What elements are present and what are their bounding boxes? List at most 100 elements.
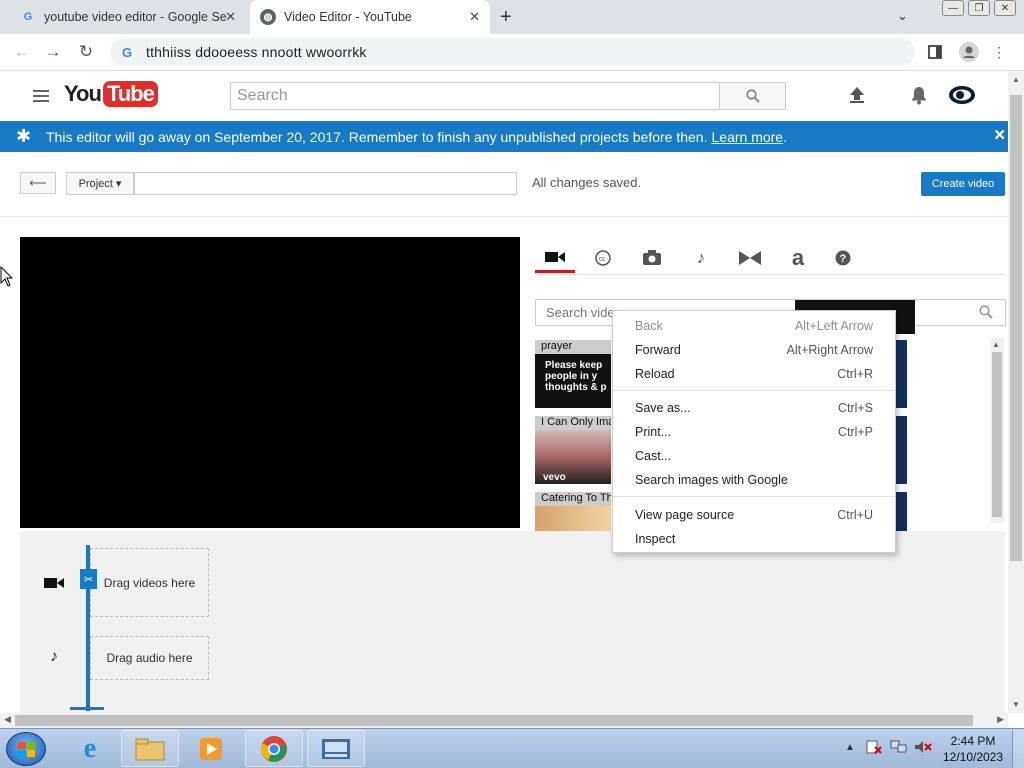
svg-text:?: ? xyxy=(840,253,847,265)
scroll-down-icon[interactable]: ▼ xyxy=(1012,700,1020,709)
account-avatar[interactable] xyxy=(947,83,977,107)
network-icon[interactable] xyxy=(890,740,908,757)
camera-icon[interactable] xyxy=(632,243,672,273)
text-icon[interactable]: a xyxy=(778,243,818,273)
menu-shortcut: Ctrl+U xyxy=(837,508,873,522)
caret-down-icon: ▾ xyxy=(115,178,122,190)
file-explorer-icon[interactable] xyxy=(121,730,179,767)
scrollbar-thumb[interactable] xyxy=(1010,95,1022,561)
mouse-cursor-icon xyxy=(0,265,14,291)
menu-item-view-source[interactable]: View page source Ctrl+U xyxy=(613,503,895,527)
menu-item-search-images[interactable]: Search images with Google xyxy=(613,468,895,492)
help-icon[interactable]: ? xyxy=(823,243,863,273)
internet-explorer-icon[interactable]: e xyxy=(61,730,119,767)
project-title-input[interactable] xyxy=(134,172,517,195)
back-to-projects-button[interactable]: ⟵ xyxy=(20,172,56,194)
music-note-icon[interactable]: ♪ xyxy=(681,243,721,273)
scroll-left-icon[interactable]: ◀ xyxy=(4,714,11,725)
media-player-icon[interactable] xyxy=(182,730,240,767)
forward-arrow-icon[interactable]: → xyxy=(43,42,63,62)
menu-label: Search images with Google xyxy=(635,473,788,487)
close-window-icon[interactable]: ✕ xyxy=(994,0,1016,16)
search-button[interactable] xyxy=(719,82,786,110)
windows-logo-icon xyxy=(18,742,36,758)
results-scrollbar[interactable]: ▲ xyxy=(990,338,1004,523)
search-icon xyxy=(745,89,760,103)
page-vertical-scrollbar[interactable]: ▲ ▼ xyxy=(1008,71,1024,713)
cc-icon[interactable]: cc xyxy=(583,243,623,273)
close-banner-icon[interactable]: ✕ xyxy=(993,126,1006,144)
profile-icon[interactable] xyxy=(959,42,979,62)
side-panel-icon[interactable] xyxy=(928,42,942,62)
divider xyxy=(0,216,1008,217)
scroll-up-icon[interactable]: ▲ xyxy=(992,340,1000,349)
start-button[interactable] xyxy=(6,732,46,766)
show-desktop-button[interactable] xyxy=(1012,730,1024,768)
kebab-menu-icon[interactable]: ⋮ xyxy=(992,42,1006,62)
reload-icon[interactable]: ↻ xyxy=(76,42,96,62)
video-preview[interactable] xyxy=(20,237,520,528)
action-center-icon[interactable] xyxy=(866,740,882,757)
scrollbar-thumb[interactable] xyxy=(992,352,1002,517)
scissors-icon[interactable]: ✂ xyxy=(80,569,97,589)
notifications-bell-icon[interactable] xyxy=(908,84,930,106)
menu-item-inspect[interactable]: Inspect xyxy=(613,527,895,551)
video-camera-icon[interactable] xyxy=(535,243,575,273)
menu-item-cast[interactable]: Cast... xyxy=(613,444,895,468)
logo-tube: Tube xyxy=(102,81,158,107)
playhead-base xyxy=(70,707,104,710)
globe-icon: ◍ xyxy=(260,9,276,25)
video-title: prayer xyxy=(535,340,611,354)
menu-item-reload[interactable]: Reload Ctrl+R xyxy=(613,362,895,386)
menu-shortcut: Alt+Left Arrow xyxy=(794,319,873,333)
video-thumbnail[interactable]: prayer Please keep people in y thoughts … xyxy=(535,340,611,408)
hamburger-menu-icon[interactable] xyxy=(33,90,49,105)
transitions-icon[interactable] xyxy=(730,243,770,273)
page-horizontal-scrollbar[interactable]: ◀ ▶ xyxy=(0,713,1008,728)
create-video-button[interactable]: Create video xyxy=(921,172,1005,196)
audio-drop-zone[interactable]: Drag audio here xyxy=(90,636,209,680)
system-clock[interactable]: 2:44 PM 12/10/2023 xyxy=(942,733,1004,765)
learn-more-link[interactable]: Learn more xyxy=(712,129,784,145)
project-dropdown[interactable]: Project ▾ xyxy=(66,172,134,195)
banner-period: . xyxy=(783,128,787,145)
google-icon: G xyxy=(23,11,33,23)
video-drop-zone[interactable]: Drag videos here xyxy=(90,548,209,617)
star-icon: ✱ xyxy=(16,126,32,146)
menu-item-back[interactable]: Back Alt+Left Arrow xyxy=(613,314,895,338)
back-arrow-icon[interactable]: ← xyxy=(12,42,32,62)
upload-icon[interactable] xyxy=(846,84,868,106)
minimize-icon[interactable]: — xyxy=(942,0,964,16)
address-bar[interactable]: G tthhiiss ddooeess nnoott wwoorrkk xyxy=(110,38,915,66)
audio-track-icon: ♪ xyxy=(50,648,58,665)
scrollbar-thumb[interactable] xyxy=(15,715,973,726)
tab-video-editor[interactable]: ◍ Video Editor - YouTube ✕ xyxy=(250,0,490,34)
scroll-right-icon[interactable]: ▶ xyxy=(997,714,1004,725)
tab-google-search[interactable]: G youtube video editor - Google Se ✕ xyxy=(10,0,246,34)
scroll-up-icon[interactable]: ▲ xyxy=(1012,75,1020,84)
menu-shortcut: Ctrl+R xyxy=(837,367,873,381)
youtube-logo[interactable]: You Tube xyxy=(64,81,158,107)
video-overlay-text: vevo xyxy=(543,472,566,483)
menu-item-print[interactable]: Print... Ctrl+P xyxy=(613,420,895,444)
tab-title: youtube video editor - Google Se xyxy=(44,10,227,24)
volume-muted-icon[interactable] xyxy=(914,740,932,757)
close-tab-icon[interactable]: ✕ xyxy=(469,9,480,25)
keyboard-app-icon[interactable] xyxy=(307,730,365,767)
close-tab-icon[interactable]: ✕ xyxy=(225,9,236,25)
menu-label: Reload xyxy=(635,367,675,381)
video-overlay-text: Please keep people in y thoughts & p xyxy=(545,360,607,393)
menu-shortcut: Ctrl+S xyxy=(837,401,873,415)
search-icon[interactable] xyxy=(979,305,993,322)
tab-search-chevron-icon[interactable]: ⌄ xyxy=(897,8,908,24)
clock-date: 12/10/2023 xyxy=(942,750,1004,764)
show-hidden-icons[interactable]: ▲ xyxy=(845,742,855,753)
new-tab-button[interactable]: + xyxy=(500,6,512,29)
address-text: tthhiiss ddooeess nnoott wwoorrkk xyxy=(146,44,367,60)
video-thumbnail[interactable]: I Can Only Ima vevo xyxy=(535,416,611,484)
menu-item-forward[interactable]: Forward Alt+Right Arrow xyxy=(613,338,895,362)
menu-item-save-as[interactable]: Save as... Ctrl+S xyxy=(613,396,895,420)
youtube-search-input[interactable]: Search xyxy=(230,82,720,110)
chrome-icon[interactable] xyxy=(245,730,303,767)
restore-icon[interactable]: ❐ xyxy=(968,0,990,16)
